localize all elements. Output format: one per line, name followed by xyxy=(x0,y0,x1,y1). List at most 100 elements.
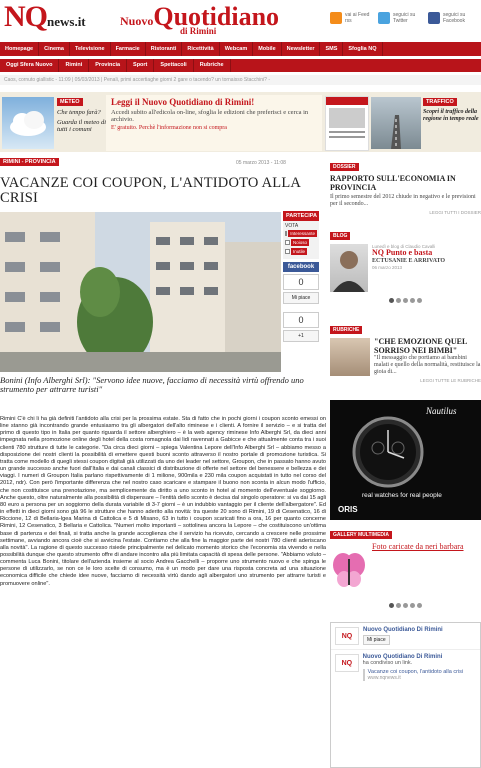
vote-option-label: Noioso xyxy=(291,239,310,246)
facebook-like-button[interactable]: Mi piace xyxy=(283,292,319,304)
google-plus-one-button[interactable]: +1 xyxy=(283,330,319,342)
nuovo-quotidiano-logo[interactable]: NuovoQuotidiano di Rimini xyxy=(120,4,279,37)
nav-newsletter[interactable]: Newsletter xyxy=(282,42,321,56)
blog-pager[interactable] xyxy=(330,298,481,303)
ad-brand-oris: ORIS xyxy=(338,505,358,514)
vote-option-inutile[interactable]: Inutile xyxy=(285,248,317,255)
pager-dot[interactable] xyxy=(396,298,401,303)
vote-checkbox[interactable] xyxy=(285,240,290,245)
traffico-box[interactable]: TRAFFICO Scopri il traffico della region… xyxy=(423,98,479,150)
pager-dot[interactable] xyxy=(417,603,422,608)
nav-farmacie[interactable]: Farmacie xyxy=(111,42,146,56)
edicola-free: E' gratuito. Perchè l'informazione non s… xyxy=(111,125,227,131)
twitter-link[interactable]: seguici su Twitter xyxy=(378,12,423,24)
ad-slogan: real watches for real people xyxy=(362,492,442,499)
cloud-icon xyxy=(10,111,46,136)
fb-link-card[interactable]: Vacanze coi coupon, l'antidoto alla cris… xyxy=(362,669,476,681)
dossier-text: Il primo semestre del 2012 chiude in neg… xyxy=(330,194,476,207)
meteo-line2: Guarda il meteo di tutti i comuni xyxy=(57,118,107,134)
watch-advertisement[interactable]: Nautilus real watches for real people OR… xyxy=(330,400,481,520)
blog-tag: BLOG xyxy=(330,232,351,240)
subnav-sport[interactable]: Sport xyxy=(127,59,155,72)
article-photo[interactable] xyxy=(0,212,281,372)
meteo-box[interactable]: METEO Che tempo farà? Guarda il meteo di… xyxy=(57,98,107,150)
edicola-title: Leggi il Nuovo Quotidiano di Rimini! xyxy=(111,97,255,107)
nav-sms[interactable]: SMS xyxy=(320,42,344,56)
pager-dot[interactable] xyxy=(410,298,415,303)
fb-page-name[interactable]: Nuovo Quotidiano Di Rimini xyxy=(363,627,443,633)
vote-option-label: Inutile xyxy=(291,248,308,255)
rubriche-photo[interactable] xyxy=(330,338,370,376)
edicola-promo[interactable]: Leggi il Nuovo Quotidiano di Rimini! Acc… xyxy=(106,95,322,151)
pager-dot[interactable] xyxy=(389,603,394,608)
nav-homepage[interactable]: Homepage xyxy=(0,42,40,56)
blog-title[interactable]: NQ Punto e basta xyxy=(372,248,477,258)
rss-icon xyxy=(330,12,342,24)
fb-post-avatar[interactable]: NQ xyxy=(335,654,359,672)
logo-nq-text: NQ xyxy=(4,0,48,33)
vote-box: VOTA Interessante Noioso Inutile xyxy=(283,221,319,259)
subnav-rubriche[interactable]: Rubriche xyxy=(194,59,231,72)
logo-nuovo-text: Nuovo xyxy=(120,14,154,28)
nav-webcam[interactable]: Webcam xyxy=(220,42,254,56)
pager-dot[interactable] xyxy=(396,603,401,608)
pager-dot[interactable] xyxy=(403,603,408,608)
pager-dot[interactable] xyxy=(403,298,408,303)
facebook-link[interactable]: seguici su Facebook xyxy=(428,12,473,24)
gallery-pager[interactable] xyxy=(330,603,481,608)
rubriche-title[interactable]: "CHE EMOZIONE QUEL SORRISO NEI BIMBI" xyxy=(374,337,481,355)
pager-dot[interactable] xyxy=(389,298,394,303)
rss-link[interactable]: vai ai Feed rss xyxy=(330,12,375,24)
pager-dot[interactable] xyxy=(417,298,422,303)
dossier-title[interactable]: RAPPORTO SULL'ECONOMIA IN PROVINCIA xyxy=(330,174,481,192)
logo-rimini-text: di Rimini xyxy=(180,26,217,36)
facebook-share-header: facebook xyxy=(283,262,319,272)
gallery-photo[interactable] xyxy=(330,543,368,595)
gallery-title[interactable]: Foto caricate da neri barbara xyxy=(372,542,477,595)
gallery-tag: GALLERY MULTIMEDIA xyxy=(330,531,393,539)
person-icon xyxy=(333,251,365,292)
butterfly-icon xyxy=(333,553,365,587)
rss-label: vai ai Feed rss xyxy=(345,12,370,24)
plus-one-counter: 0 xyxy=(283,312,319,328)
newspaper-image[interactable] xyxy=(325,96,369,151)
dossier-more-link[interactable]: LEGGI TUTTI I DOSSIER xyxy=(330,210,481,215)
meteo-image[interactable] xyxy=(2,97,54,149)
rubriche-more-link[interactable]: LEGGI TUTTE LE RUBRICHE xyxy=(330,378,481,383)
facebook-label: seguici su Facebook xyxy=(443,12,466,24)
vote-checkbox[interactable] xyxy=(285,249,290,254)
vote-option-noioso[interactable]: Noioso xyxy=(285,239,317,246)
nav-televisione[interactable]: Televisione xyxy=(70,42,111,56)
subnav-spettacoli[interactable]: Spettacoli xyxy=(154,59,194,72)
nav-mobile[interactable]: Mobile xyxy=(253,42,282,56)
blog-subtitle[interactable]: ECTUSANIE E ARRIVATO xyxy=(372,258,477,265)
nqnews-logo[interactable]: NQnews.it xyxy=(4,2,86,37)
dossier-block[interactable]: DOSSIER RAPPORTO SULL'ECONOMIA IN PROVIN… xyxy=(330,163,481,215)
vote-label: VOTA xyxy=(285,223,299,229)
subnav-provincia[interactable]: Provincia xyxy=(89,59,128,72)
partecipa-header: PARTECIPA xyxy=(283,211,319,221)
article-body: Rimini C'è chi li ha già definiti l'anti… xyxy=(0,416,326,587)
section-breadcrumb[interactable]: RIMINI - PROVINCIA xyxy=(0,158,59,166)
vote-option-interessante[interactable]: Interessante xyxy=(285,230,317,237)
rubriche-tag: RUBRICHE xyxy=(330,326,363,334)
nav-cinema[interactable]: Cinema xyxy=(39,42,70,56)
vote-checkbox[interactable] xyxy=(285,231,288,236)
subnav-rimini[interactable]: Rimini xyxy=(59,59,90,72)
blogger-photo[interactable] xyxy=(330,244,368,292)
fb-like-button[interactable]: Mi piace xyxy=(363,635,390,645)
nav-sfoglia-nq[interactable]: Sfoglia NQ xyxy=(343,42,383,56)
news-ticker[interactable]: Caos, cornuto giallistic - 11:09 | 05/03… xyxy=(0,75,481,85)
nav-ricettivita[interactable]: Ricettività xyxy=(182,42,220,56)
pager-dot[interactable] xyxy=(410,603,415,608)
subnav-oggi[interactable]: Oggi Sfera Nuovo xyxy=(0,59,60,72)
sub-nav: Oggi Sfera Nuovo Rimini Provincia Sport … xyxy=(0,59,481,72)
hotel-photo-illustration xyxy=(0,212,281,372)
rubriche-block[interactable]: RUBRICHE "CHE EMOZIONE QUEL SORRISO NEI … xyxy=(330,326,481,383)
vote-option-label: Interessante xyxy=(288,230,317,237)
section-label: RIMINI - PROVINCIA xyxy=(0,158,59,166)
nav-ristoranti[interactable]: Ristoranti xyxy=(146,42,183,56)
article-title: VACANZE COI COUPON, L'ANTIDOTO ALLA CRIS… xyxy=(0,175,301,206)
fb-page-avatar[interactable]: NQ xyxy=(335,627,359,645)
traffico-image[interactable] xyxy=(371,97,421,149)
